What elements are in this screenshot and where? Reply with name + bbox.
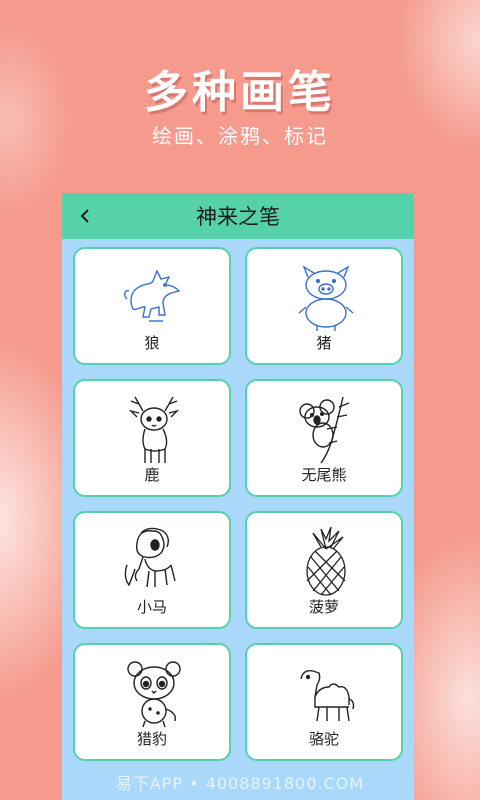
drawing-label: 骆驼 — [308, 730, 339, 748]
drawing-card-wolf[interactable]: 狼 — [73, 247, 231, 365]
drawing-card-pony[interactable]: 小马 — [73, 511, 231, 629]
pig-drawing-icon — [298, 265, 354, 331]
drawing-label: 狼 — [144, 334, 160, 352]
drawing-label: 无尾熊 — [301, 466, 347, 484]
drawing-label: 猪 — [316, 334, 332, 352]
drawing-label: 菠萝 — [308, 598, 339, 616]
drawing-card-camel[interactable]: 骆驼 — [245, 643, 403, 761]
back-button[interactable] — [70, 201, 100, 231]
drawing-grid: 狼 猪 鹿 无尾熊 小马 菠萝 猎豹 骆驼 — [62, 239, 414, 761]
pineapple-drawing-icon — [306, 526, 346, 596]
app-screen: 神来之笔 狼 猪 鹿 无尾熊 小马 菠萝 猎豹 骆驼 — [62, 193, 414, 800]
drawing-card-pig[interactable]: 猪 — [245, 247, 403, 365]
drawing-card-pineapple[interactable]: 菠萝 — [245, 511, 403, 629]
promo-headline: 多种画笔 — [144, 67, 336, 118]
koala-drawing-icon — [299, 396, 350, 464]
wolf-drawing-icon — [124, 269, 181, 322]
app-header: 神来之笔 — [62, 193, 414, 239]
deer-drawing-icon — [128, 396, 180, 463]
drawing-label: 鹿 — [144, 466, 160, 484]
drawing-label: 小马 — [136, 598, 167, 616]
promo-subline: 绘画、涂鸦、标记 — [152, 124, 328, 148]
camel-drawing-icon — [300, 669, 355, 722]
watermark: 易下APP • 4008891800.COM — [115, 774, 365, 793]
pony-drawing-icon — [124, 527, 176, 588]
drawing-card-cheetah[interactable]: 猎豹 — [73, 643, 231, 761]
drawing-label: 猎豹 — [136, 730, 167, 748]
chevron-left-icon — [80, 209, 89, 223]
drawing-card-koala[interactable]: 无尾熊 — [245, 379, 403, 497]
cheetah-drawing-icon — [127, 661, 181, 728]
drawing-card-deer[interactable]: 鹿 — [73, 379, 231, 497]
page-title: 神来之笔 — [196, 205, 280, 229]
